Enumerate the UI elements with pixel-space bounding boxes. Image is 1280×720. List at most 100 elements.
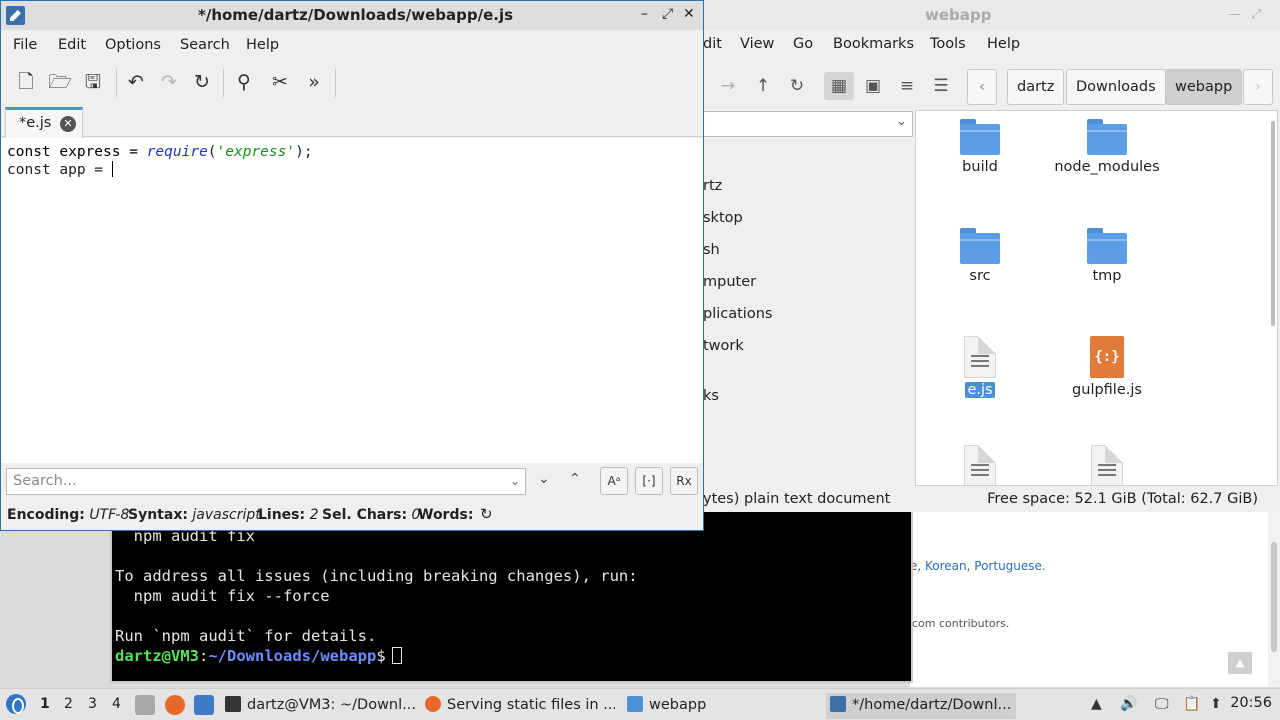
scrollbar-thumb[interactable] [1271, 542, 1277, 652]
workspace-2[interactable]: 2 [64, 696, 73, 712]
file-item-e-js[interactable]: e.js [920, 336, 1040, 398]
search-input[interactable]: Search... ⌄ [6, 468, 526, 495]
maximize-icon[interactable]: ⤢ [662, 6, 673, 22]
tray-up-arrow-icon[interactable]: ▲ [1091, 696, 1102, 712]
more-tools-icon[interactable]: » [300, 67, 328, 97]
place-bookmarks[interactable]: ks [703, 388, 719, 404]
network-icon[interactable]: 🖵 [1155, 696, 1169, 712]
file-manager-icon[interactable] [194, 695, 214, 715]
update-notifier-icon[interactable]: ⬆ [1210, 696, 1222, 712]
code-editor-area[interactable]: const express = require('express'); cons… [1, 138, 703, 463]
file-item-gulpfile[interactable]: {:} gulpfile.js [1047, 336, 1167, 398]
menu-help[interactable]: Help [246, 37, 279, 53]
icon-view-icon[interactable]: ▦ [824, 72, 854, 100]
file-item-tmp[interactable]: tmp [1047, 228, 1167, 284]
volume-icon[interactable]: 🔊 [1120, 696, 1137, 712]
menu-edit[interactable]: Edit [58, 37, 86, 53]
find-replace-icon[interactable]: ✂ [266, 67, 294, 97]
breadcrumb-back-icon[interactable]: ‹ [967, 69, 997, 105]
chevron-down-icon[interactable]: ⌄ [510, 469, 520, 494]
start-menu-icon[interactable] [6, 694, 26, 714]
terminal-window[interactable]: npm audit fix To address all issues (inc… [110, 510, 913, 683]
scrollbar-thumb[interactable] [1271, 121, 1275, 326]
reload-icon[interactable]: ↻ [782, 72, 812, 100]
menu-search[interactable]: Search [180, 37, 230, 53]
text-editor-window[interactable]: */home/dartz/Downloads/webapp/e.js – ⤢ ✕… [0, 0, 704, 531]
workspace-1[interactable]: 1 [40, 696, 50, 712]
file-item-partial[interactable] [1047, 445, 1167, 485]
workspace-4[interactable]: 4 [112, 696, 121, 712]
menu-go[interactable]: Go [793, 36, 813, 52]
menu-options[interactable]: Options [105, 37, 161, 53]
task-firefox[interactable]: Serving static files in ... [425, 693, 615, 719]
editor-titlebar[interactable]: */home/dartz/Downloads/webapp/e.js – ⤢ ✕ [1, 1, 703, 30]
file-view[interactable]: build node_modules src tmp e.js {:} gulp… [915, 110, 1278, 486]
browser-scrollbar[interactable] [1268, 512, 1280, 687]
detail-view-icon[interactable]: ☰ [926, 72, 956, 100]
file-view-scrollbar[interactable] [1268, 116, 1278, 486]
file-manager-titlebar[interactable]: webapp — ⤢ [703, 0, 1280, 30]
save-icon[interactable]: 🖫 [79, 67, 107, 97]
up-arrow-icon[interactable]: ↑ [748, 72, 778, 100]
menu-tools[interactable]: Tools [930, 36, 966, 52]
maximize-icon[interactable]: ⤢ [1251, 7, 1261, 22]
refresh-count-icon[interactable]: ↻ [480, 505, 493, 523]
side-pane-selector[interactable]: ⌄ [703, 111, 913, 137]
task-terminal[interactable]: dartz@VM3: ~/Downl... [225, 693, 415, 719]
file-item-src[interactable]: src [920, 228, 1040, 284]
close-tab-icon[interactable]: ✕ [60, 116, 76, 132]
menu-help[interactable]: Help [987, 36, 1020, 52]
compact-view-icon[interactable]: ≡ [892, 72, 922, 100]
new-document-icon[interactable]: 🗋 [12, 67, 40, 97]
breadcrumb-dartz[interactable]: dartz [1007, 69, 1065, 105]
link-korean[interactable]: Korean [925, 559, 967, 573]
clipboard-icon[interactable]: 📋 [1183, 696, 1200, 712]
match-case-icon[interactable]: Aᵃ [600, 467, 628, 495]
place-trash[interactable]: sh [703, 242, 720, 258]
place-desktop[interactable]: sktop [703, 210, 743, 226]
task-text-editor[interactable]: */home/dartz/Downl... [826, 693, 1016, 719]
place-applications[interactable]: plications [703, 306, 772, 322]
place-computer[interactable]: mputer [703, 274, 756, 290]
workspace-3[interactable]: 3 [88, 696, 97, 712]
file-item-partial[interactable] [920, 445, 1040, 485]
link-portuguese[interactable]: Portuguese [974, 559, 1042, 573]
terminal-prompt[interactable]: dartz@VM3:~/Downloads/webapp$ [115, 646, 402, 666]
undo-icon[interactable]: ↶ [122, 67, 150, 97]
tab-e-js[interactable]: *e.js ✕ [5, 107, 83, 138]
whole-word-icon[interactable]: [·] [635, 467, 663, 495]
minimize-icon[interactable]: – [641, 6, 648, 22]
chevron-down-icon: ⌄ [896, 114, 907, 129]
file-manager-window[interactable]: webapp — ⤢ dit View Go Bookmarks Tools H… [703, 0, 1280, 512]
terminal-line: npm audit fix --force [115, 587, 330, 605]
file-item-node-modules[interactable]: node_modules [1047, 119, 1167, 175]
minimize-icon[interactable]: — [1228, 7, 1241, 22]
forward-arrow-icon[interactable]: → [713, 72, 743, 100]
breadcrumb-webapp[interactable]: webapp [1165, 69, 1243, 105]
search-icon[interactable]: ⚲ [230, 67, 258, 97]
search-next-icon[interactable]: ⌄ [538, 471, 550, 487]
file-manager-statusbar: ytes) plain text document Free space: 52… [703, 490, 1280, 510]
menu-file[interactable]: File [13, 37, 37, 53]
reload-icon[interactable]: ↻ [188, 67, 216, 97]
menu-view[interactable]: View [740, 36, 774, 52]
text-document-icon [964, 445, 996, 485]
menu-bookmarks[interactable]: Bookmarks [833, 36, 914, 52]
breadcrumb-forward-icon[interactable]: › [1243, 69, 1273, 105]
firefox-icon[interactable] [165, 695, 185, 715]
scroll-to-top-button[interactable]: ▲ [1228, 652, 1252, 674]
redo-icon[interactable]: ↷ [155, 67, 183, 97]
clock[interactable]: 20:56 [1230, 695, 1272, 711]
place-network[interactable]: twork [703, 338, 744, 354]
close-icon[interactable]: ✕ [683, 6, 695, 22]
thumbnail-view-icon[interactable]: ▣ [858, 72, 888, 100]
open-folder-icon[interactable]: 🗁 [46, 67, 74, 97]
regex-icon[interactable]: Rx [670, 467, 698, 495]
search-previous-icon[interactable]: ⌃ [569, 471, 581, 487]
breadcrumb-downloads[interactable]: Downloads [1066, 69, 1166, 105]
menu-edit[interactable]: dit [703, 36, 722, 52]
show-desktop-icon[interactable] [135, 695, 155, 715]
place-home[interactable]: rtz [703, 178, 722, 194]
task-file-manager[interactable]: webapp [627, 693, 817, 719]
file-item-build[interactable]: build [920, 119, 1040, 175]
